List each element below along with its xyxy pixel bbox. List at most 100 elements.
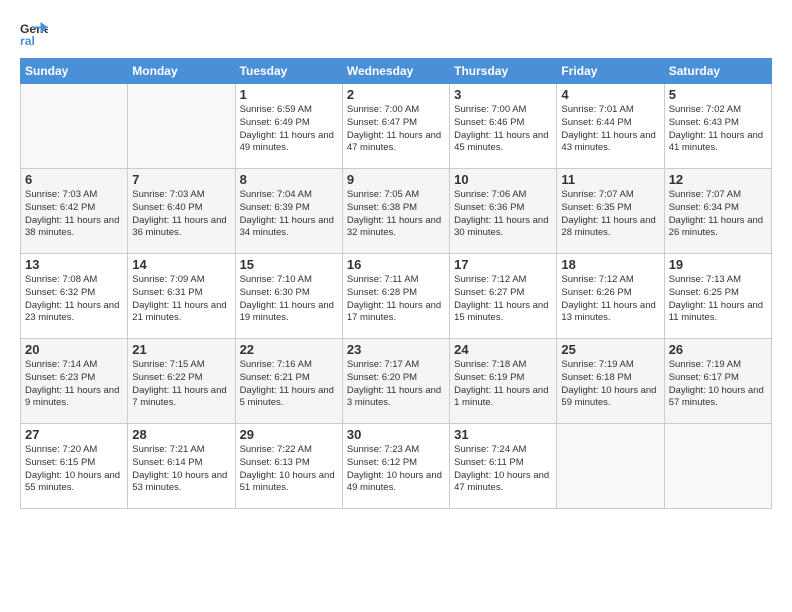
calendar-cell: 20 Sunrise: 7:14 AM Sunset: 6:23 PM Dayl… bbox=[21, 339, 128, 424]
sunrise: Sunrise: 7:02 AM bbox=[669, 104, 767, 117]
day-number: 2 bbox=[347, 87, 445, 102]
day-info: Sunrise: 7:00 AM Sunset: 6:46 PM Dayligh… bbox=[454, 104, 552, 155]
sunrise: Sunrise: 7:18 AM bbox=[454, 359, 552, 372]
calendar-cell: 17 Sunrise: 7:12 AM Sunset: 6:27 PM Dayl… bbox=[450, 254, 557, 339]
sunset: Sunset: 6:19 PM bbox=[454, 372, 552, 385]
sunrise: Sunrise: 7:10 AM bbox=[240, 274, 338, 287]
day-info: Sunrise: 7:12 AM Sunset: 6:27 PM Dayligh… bbox=[454, 274, 552, 325]
daylight: Daylight: 11 hours and 21 minutes. bbox=[132, 300, 230, 326]
sunrise: Sunrise: 7:19 AM bbox=[669, 359, 767, 372]
calendar-cell bbox=[128, 84, 235, 169]
calendar-cell: 13 Sunrise: 7:08 AM Sunset: 6:32 PM Dayl… bbox=[21, 254, 128, 339]
day-number: 30 bbox=[347, 427, 445, 442]
weekday-header-monday: Monday bbox=[128, 59, 235, 84]
daylight: Daylight: 11 hours and 49 minutes. bbox=[240, 130, 338, 156]
day-number: 12 bbox=[669, 172, 767, 187]
daylight: Daylight: 11 hours and 13 minutes. bbox=[561, 300, 659, 326]
day-info: Sunrise: 7:07 AM Sunset: 6:34 PM Dayligh… bbox=[669, 189, 767, 240]
calendar-cell: 9 Sunrise: 7:05 AM Sunset: 6:38 PM Dayli… bbox=[342, 169, 449, 254]
sunrise: Sunrise: 7:00 AM bbox=[454, 104, 552, 117]
day-info: Sunrise: 7:04 AM Sunset: 6:39 PM Dayligh… bbox=[240, 189, 338, 240]
logo-icon: Gene ral bbox=[20, 20, 48, 48]
sunrise: Sunrise: 7:08 AM bbox=[25, 274, 123, 287]
sunrise: Sunrise: 7:15 AM bbox=[132, 359, 230, 372]
day-info: Sunrise: 7:03 AM Sunset: 6:40 PM Dayligh… bbox=[132, 189, 230, 240]
sunset: Sunset: 6:43 PM bbox=[669, 117, 767, 130]
sunrise: Sunrise: 7:19 AM bbox=[561, 359, 659, 372]
daylight: Daylight: 11 hours and 41 minutes. bbox=[669, 130, 767, 156]
day-info: Sunrise: 7:08 AM Sunset: 6:32 PM Dayligh… bbox=[25, 274, 123, 325]
calendar-cell bbox=[21, 84, 128, 169]
day-number: 22 bbox=[240, 342, 338, 357]
day-number: 25 bbox=[561, 342, 659, 357]
day-info: Sunrise: 7:23 AM Sunset: 6:12 PM Dayligh… bbox=[347, 444, 445, 495]
sunrise: Sunrise: 7:12 AM bbox=[561, 274, 659, 287]
sunset: Sunset: 6:23 PM bbox=[25, 372, 123, 385]
day-info: Sunrise: 7:20 AM Sunset: 6:15 PM Dayligh… bbox=[25, 444, 123, 495]
sunset: Sunset: 6:15 PM bbox=[25, 457, 123, 470]
sunset: Sunset: 6:49 PM bbox=[240, 117, 338, 130]
sunset: Sunset: 6:13 PM bbox=[240, 457, 338, 470]
calendar-cell: 5 Sunrise: 7:02 AM Sunset: 6:43 PM Dayli… bbox=[664, 84, 771, 169]
day-number: 4 bbox=[561, 87, 659, 102]
sunset: Sunset: 6:25 PM bbox=[669, 287, 767, 300]
calendar-cell: 18 Sunrise: 7:12 AM Sunset: 6:26 PM Dayl… bbox=[557, 254, 664, 339]
sunset: Sunset: 6:34 PM bbox=[669, 202, 767, 215]
sunset: Sunset: 6:40 PM bbox=[132, 202, 230, 215]
day-number: 24 bbox=[454, 342, 552, 357]
calendar-cell: 21 Sunrise: 7:15 AM Sunset: 6:22 PM Dayl… bbox=[128, 339, 235, 424]
sunset: Sunset: 6:47 PM bbox=[347, 117, 445, 130]
daylight: Daylight: 11 hours and 45 minutes. bbox=[454, 130, 552, 156]
day-number: 27 bbox=[25, 427, 123, 442]
weekday-header-saturday: Saturday bbox=[664, 59, 771, 84]
sunset: Sunset: 6:11 PM bbox=[454, 457, 552, 470]
sunrise: Sunrise: 7:09 AM bbox=[132, 274, 230, 287]
day-info: Sunrise: 7:17 AM Sunset: 6:20 PM Dayligh… bbox=[347, 359, 445, 410]
sunset: Sunset: 6:26 PM bbox=[561, 287, 659, 300]
sunrise: Sunrise: 7:01 AM bbox=[561, 104, 659, 117]
day-info: Sunrise: 7:19 AM Sunset: 6:18 PM Dayligh… bbox=[561, 359, 659, 410]
day-number: 19 bbox=[669, 257, 767, 272]
day-number: 14 bbox=[132, 257, 230, 272]
calendar-cell: 22 Sunrise: 7:16 AM Sunset: 6:21 PM Dayl… bbox=[235, 339, 342, 424]
daylight: Daylight: 11 hours and 11 minutes. bbox=[669, 300, 767, 326]
day-number: 21 bbox=[132, 342, 230, 357]
weekday-header-tuesday: Tuesday bbox=[235, 59, 342, 84]
calendar-body: 1 Sunrise: 6:59 AM Sunset: 6:49 PM Dayli… bbox=[21, 84, 772, 509]
calendar-cell: 7 Sunrise: 7:03 AM Sunset: 6:40 PM Dayli… bbox=[128, 169, 235, 254]
day-info: Sunrise: 7:06 AM Sunset: 6:36 PM Dayligh… bbox=[454, 189, 552, 240]
calendar-cell: 1 Sunrise: 6:59 AM Sunset: 6:49 PM Dayli… bbox=[235, 84, 342, 169]
daylight: Daylight: 11 hours and 7 minutes. bbox=[132, 385, 230, 411]
sunrise: Sunrise: 7:24 AM bbox=[454, 444, 552, 457]
sunset: Sunset: 6:21 PM bbox=[240, 372, 338, 385]
day-number: 16 bbox=[347, 257, 445, 272]
sunrise: Sunrise: 7:16 AM bbox=[240, 359, 338, 372]
day-info: Sunrise: 7:15 AM Sunset: 6:22 PM Dayligh… bbox=[132, 359, 230, 410]
sunrise: Sunrise: 7:04 AM bbox=[240, 189, 338, 202]
daylight: Daylight: 10 hours and 49 minutes. bbox=[347, 470, 445, 496]
sunrise: Sunrise: 7:06 AM bbox=[454, 189, 552, 202]
day-info: Sunrise: 7:10 AM Sunset: 6:30 PM Dayligh… bbox=[240, 274, 338, 325]
sunset: Sunset: 6:42 PM bbox=[25, 202, 123, 215]
week-row-3: 13 Sunrise: 7:08 AM Sunset: 6:32 PM Dayl… bbox=[21, 254, 772, 339]
sunset: Sunset: 6:28 PM bbox=[347, 287, 445, 300]
day-info: Sunrise: 6:59 AM Sunset: 6:49 PM Dayligh… bbox=[240, 104, 338, 155]
week-row-2: 6 Sunrise: 7:03 AM Sunset: 6:42 PM Dayli… bbox=[21, 169, 772, 254]
day-number: 7 bbox=[132, 172, 230, 187]
day-info: Sunrise: 7:02 AM Sunset: 6:43 PM Dayligh… bbox=[669, 104, 767, 155]
sunrise: Sunrise: 7:07 AM bbox=[669, 189, 767, 202]
sunrise: Sunrise: 7:14 AM bbox=[25, 359, 123, 372]
sunset: Sunset: 6:46 PM bbox=[454, 117, 552, 130]
week-row-4: 20 Sunrise: 7:14 AM Sunset: 6:23 PM Dayl… bbox=[21, 339, 772, 424]
sunrise: Sunrise: 7:03 AM bbox=[132, 189, 230, 202]
sunset: Sunset: 6:17 PM bbox=[669, 372, 767, 385]
day-number: 17 bbox=[454, 257, 552, 272]
weekday-header-wednesday: Wednesday bbox=[342, 59, 449, 84]
day-info: Sunrise: 7:18 AM Sunset: 6:19 PM Dayligh… bbox=[454, 359, 552, 410]
calendar-header: SundayMondayTuesdayWednesdayThursdayFrid… bbox=[21, 59, 772, 84]
calendar-cell: 14 Sunrise: 7:09 AM Sunset: 6:31 PM Dayl… bbox=[128, 254, 235, 339]
sunrise: Sunrise: 7:21 AM bbox=[132, 444, 230, 457]
daylight: Daylight: 11 hours and 34 minutes. bbox=[240, 215, 338, 241]
sunset: Sunset: 6:35 PM bbox=[561, 202, 659, 215]
daylight: Daylight: 11 hours and 17 minutes. bbox=[347, 300, 445, 326]
